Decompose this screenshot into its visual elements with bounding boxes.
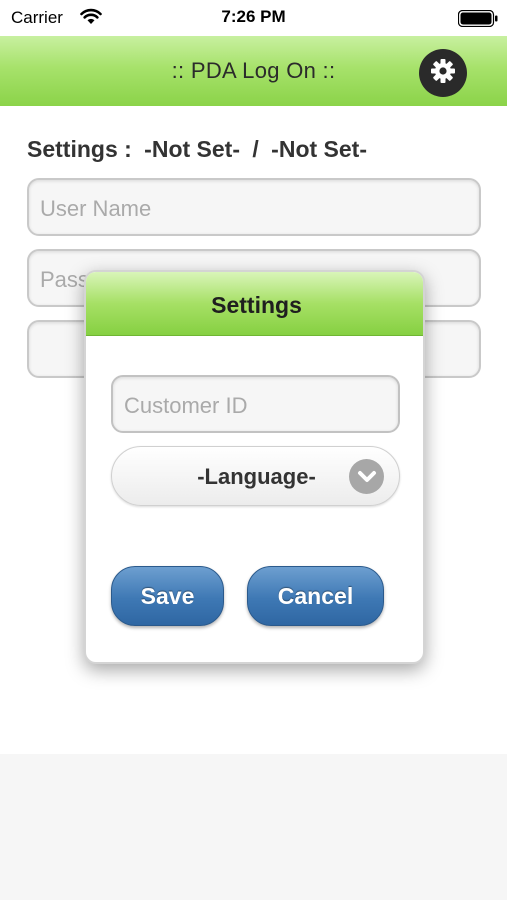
dialog-header: Settings bbox=[86, 272, 423, 336]
battery-icon bbox=[457, 9, 498, 28]
chevron-down-icon bbox=[349, 459, 384, 494]
settings-customer-value: -Not Set- bbox=[144, 136, 240, 162]
settings-language-value: -Not Set- bbox=[271, 136, 367, 162]
dialog-title: Settings bbox=[211, 292, 302, 318]
status-bar: Carrier 7:26 PM bbox=[0, 0, 507, 36]
app-header: :: PDA Log On :: bbox=[0, 36, 507, 106]
settings-dialog: Settings Customer ID -Language- Save Can… bbox=[84, 270, 425, 664]
app-screen: Carrier 7:26 PM :: PDA Log On :: Setting… bbox=[0, 0, 507, 900]
settings-separator: / bbox=[252, 136, 259, 162]
gear-icon bbox=[430, 58, 456, 89]
username-field[interactable]: User Name bbox=[27, 178, 481, 236]
settings-summary-label: Settings : bbox=[27, 136, 132, 162]
clock-label: 7:26 PM bbox=[221, 7, 286, 26]
username-placeholder: User Name bbox=[40, 196, 152, 221]
settings-button[interactable] bbox=[419, 49, 467, 97]
password-placeholder: Pass bbox=[40, 267, 89, 292]
language-select[interactable]: -Language- bbox=[111, 446, 400, 506]
customer-id-placeholder: Customer ID bbox=[124, 393, 248, 418]
bottom-area bbox=[0, 754, 507, 900]
cancel-button[interactable]: Cancel bbox=[247, 566, 384, 626]
settings-summary: Settings : -Not Set- / -Not Set- bbox=[27, 136, 373, 163]
save-button[interactable]: Save bbox=[111, 566, 224, 626]
customer-id-field[interactable]: Customer ID bbox=[111, 375, 400, 433]
